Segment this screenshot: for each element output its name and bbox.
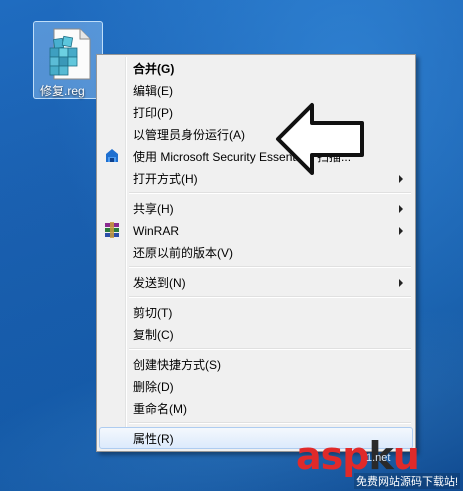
menu-item-label: 还原以前的版本(V) — [133, 246, 233, 260]
watermark-text-part: asp — [296, 434, 369, 478]
registry-file-icon — [49, 28, 91, 80]
security-essentials-icon — [106, 149, 118, 162]
menu-separator — [129, 296, 411, 298]
menu-item-label: 合并(G) — [133, 62, 175, 76]
menu-item-label: 共享(H) — [133, 202, 174, 216]
menu-item-rename[interactable]: 重命名(M) — [99, 397, 413, 419]
submenu-arrow-icon — [399, 279, 403, 287]
menu-item-label: 发送到(N) — [133, 276, 186, 290]
watermark-text: aspku — [296, 434, 420, 478]
submenu-arrow-icon — [399, 227, 403, 235]
menu-item-share[interactable]: 共享(H) — [99, 197, 413, 219]
menu-separator — [129, 266, 411, 268]
menu-item-copy[interactable]: 复制(C) — [99, 323, 413, 345]
menu-separator — [129, 192, 411, 194]
menu-item-label: 编辑(E) — [133, 84, 173, 98]
submenu-arrow-icon — [399, 175, 403, 183]
winrar-icon — [105, 222, 119, 238]
watermark-domain: 1.net — [366, 452, 391, 464]
menu-item-delete[interactable]: 删除(D) — [99, 375, 413, 397]
menu-item-label: 复制(C) — [133, 328, 174, 342]
menu-item-label: WinRAR — [133, 224, 180, 238]
menu-item-restore-previous[interactable]: 还原以前的版本(V) — [99, 241, 413, 263]
menu-item-label: 打印(P) — [133, 106, 173, 120]
desktop-file-reg[interactable]: 修复.reg — [33, 21, 103, 99]
submenu-arrow-icon — [399, 205, 403, 213]
menu-item-label: 以管理员身份运行(A) — [133, 128, 245, 142]
menu-item-label: 属性(R) — [133, 432, 174, 446]
menu-item-create-shortcut[interactable]: 创建快捷方式(S) — [99, 353, 413, 375]
menu-item-winrar[interactable]: WinRAR — [99, 219, 413, 241]
watermark-caption: 免费网站源码下载站! — [354, 473, 461, 489]
menu-item-label: 删除(D) — [133, 380, 174, 394]
context-menu: 合并(G) 编辑(E) 打印(P) 以管理员身份运行(A) 使用 Microso… — [96, 54, 416, 452]
desktop-file-label: 修复.reg — [40, 84, 85, 98]
menu-item-cut[interactable]: 剪切(T) — [99, 301, 413, 323]
menu-item-send-to[interactable]: 发送到(N) — [99, 271, 413, 293]
menu-separator — [129, 422, 411, 424]
menu-separator — [129, 348, 411, 350]
watermark-text-part: u — [392, 434, 420, 478]
menu-item-label: 剪切(T) — [133, 306, 173, 320]
desktop[interactable]: 修复.reg 合并(G) 编辑(E) 打印(P) 以管理员身份运行(A) 使用 … — [0, 0, 463, 491]
watermark-logo: aspku 1.net 免费网站源码下载站! — [296, 434, 461, 489]
menu-item-label: 重命名(M) — [133, 402, 187, 416]
menu-item-label: 创建快捷方式(S) — [133, 358, 221, 372]
menu-item-edit[interactable]: 编辑(E) — [99, 79, 413, 101]
menu-item-label: 打开方式(H) — [133, 172, 198, 186]
menu-item-merge[interactable]: 合并(G) — [99, 57, 413, 79]
left-arrow-icon — [276, 103, 364, 175]
